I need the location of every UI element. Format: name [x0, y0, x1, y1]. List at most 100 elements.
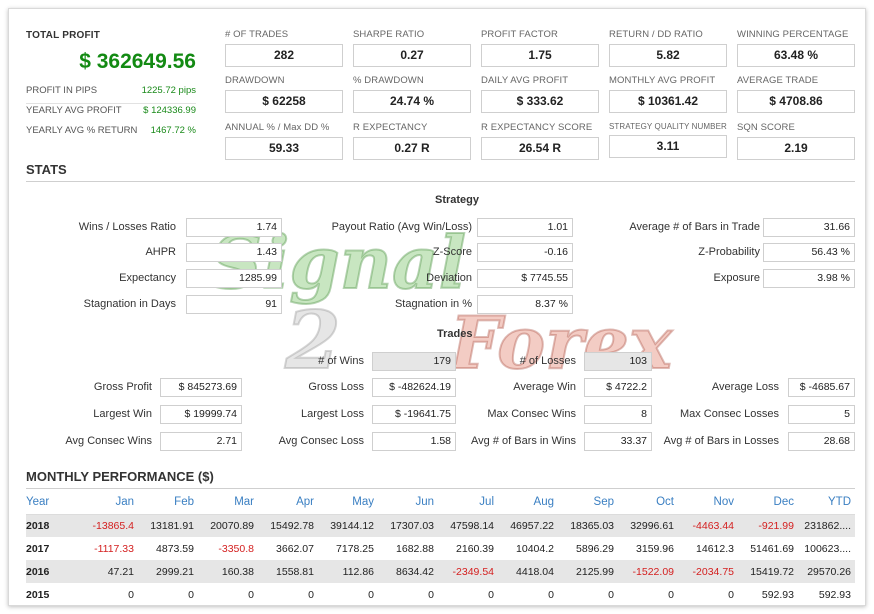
- column-header-month[interactable]: Mar: [198, 490, 258, 515]
- month-value-cell: 20070.89: [198, 514, 258, 537]
- month-value-cell: 100623....: [804, 542, 851, 555]
- month-value-cell: 0: [668, 588, 674, 601]
- column-header-month[interactable]: Jan: [68, 490, 138, 515]
- metric-label: AVERAGE TRADE: [737, 75, 819, 86]
- stats-title: STATS: [26, 162, 67, 177]
- total-profit-label: TOTAL PROFIT: [26, 30, 101, 41]
- metric-pct-drawdown: % DRAWDOWN 24.74 %: [353, 75, 471, 113]
- metric-average-trade: AVERAGE TRADE $ 4708.86: [737, 75, 855, 113]
- month-value-cell: 0: [188, 588, 194, 601]
- metric-winning-pct: WINNING PERCENTAGE 63.48 %: [737, 29, 855, 67]
- stat-value: 1.74: [186, 218, 282, 237]
- month-value-cell: -921.99: [738, 514, 798, 537]
- month-value-cell: 47598.14: [438, 514, 498, 537]
- metric-drawdown: DRAWDOWN $ 62258: [225, 75, 343, 113]
- column-header-month[interactable]: Aug: [498, 490, 558, 515]
- stat-label: Deviation: [426, 272, 472, 284]
- month-value-cell: 15419.72: [738, 560, 798, 583]
- month-value-cell: 0: [608, 588, 614, 601]
- column-header-month[interactable]: Dec: [738, 490, 798, 515]
- metric-value: $ 333.62: [481, 90, 599, 113]
- metric-value: 59.33: [225, 137, 343, 160]
- stat-label: Gross Profit: [93, 381, 152, 393]
- metric-sqn-score: SQN SCORE 2.19: [737, 122, 855, 160]
- metric-label: DAILY AVG PROFIT: [481, 75, 569, 86]
- month-value-cell: 10404.2: [516, 542, 554, 555]
- metric-value: 0.27 R: [353, 137, 471, 160]
- metric-value: 24.74 %: [353, 90, 471, 113]
- stat-value: -0.16: [477, 243, 573, 262]
- stats-divider: [26, 181, 855, 182]
- stat-label: # of Losses: [519, 355, 576, 367]
- column-header-month[interactable]: Jun: [378, 490, 438, 515]
- monthly-body: 2018 -13865.4 13181.91 20070.89 15492.78 3914…: [26, 514, 855, 606]
- metric-sharpe: SHARPE RATIO 0.27: [353, 29, 471, 67]
- stat-value: 2.71: [160, 432, 242, 451]
- stat-label: Avg # of Bars in Wins: [471, 435, 576, 447]
- metric-label: PROFIT FACTOR: [481, 29, 558, 40]
- metric-label: SQN SCORE: [737, 122, 795, 133]
- month-value-cell: -2034.75: [678, 560, 738, 583]
- monthly-title: MONTHLY PERFORMANCE ($): [26, 469, 214, 484]
- metric-label: R EXPECTANCY SCORE: [481, 122, 593, 133]
- month-value-cell: 231862....: [798, 514, 855, 537]
- metric-value: $ 62258: [225, 90, 343, 113]
- metric-profit-factor: PROFIT FACTOR 1.75: [481, 29, 599, 67]
- metric-value: $ 4708.86: [737, 90, 855, 113]
- summary-divider: [26, 103, 196, 104]
- yearly-avg-return-label: YEARLY AVG % RETURN: [26, 125, 138, 136]
- summary-panel: TOTAL PROFIT $ 362649.56 PROFIT IN PIPS …: [26, 30, 196, 136]
- month-value-cell: 2160.39: [456, 542, 494, 555]
- stat-value: $ 7745.55: [477, 269, 573, 288]
- month-value-cell: 1558.81: [258, 560, 318, 583]
- metric-daily-avg: DAILY AVG PROFIT $ 333.62: [481, 75, 599, 113]
- metric-label: SHARPE RATIO: [353, 29, 425, 40]
- month-value-cell: -13865.4: [68, 514, 138, 537]
- table-row: 2016 47.21 2999.21 160.38 1558.81 112.86 8634.…: [26, 560, 855, 583]
- metric-label: MONTHLY AVG PROFIT: [609, 75, 716, 86]
- month-value-cell: 13181.91: [138, 514, 198, 537]
- column-header-month[interactable]: May: [318, 490, 378, 515]
- stat-value: $ 4722.2: [584, 378, 652, 397]
- metric-r-expectancy: R EXPECTANCY 0.27 R: [353, 122, 471, 160]
- table-row: 2015 0 0 0 0 0 0 0 0 0 0 0 592.93 592.93: [26, 583, 855, 606]
- month-value-cell: 46957.22: [498, 514, 558, 537]
- stat-value: $ 845273.69: [160, 378, 242, 397]
- stat-label: Wins / Losses Ratio: [78, 221, 176, 233]
- table-row: 2017 -1117.33 4873.59 -3350.8 3662.07 7178.25…: [26, 537, 855, 560]
- column-header-month[interactable]: Apr: [258, 490, 318, 515]
- column-header-month[interactable]: YTD: [798, 490, 855, 515]
- stat-value: 3.98 %: [763, 269, 855, 288]
- metric-value: 282: [225, 44, 343, 67]
- month-value-cell: 4418.04: [498, 560, 558, 583]
- column-header-month[interactable]: Feb: [138, 490, 198, 515]
- stat-value: 8.37 %: [477, 295, 573, 314]
- column-header-month[interactable]: Oct: [618, 490, 678, 515]
- metric-annual-max-dd: ANNUAL % / Max DD % 59.33: [225, 122, 343, 160]
- month-value-cell: 51461.69: [750, 542, 794, 555]
- stat-label: Max Consec Losses: [679, 408, 779, 420]
- column-header-month[interactable]: Jul: [438, 490, 498, 515]
- month-value-cell: 0: [488, 588, 494, 601]
- year-cell: 2015: [26, 588, 50, 601]
- yearly-avg-profit-label: YEARLY AVG PROFIT: [26, 105, 122, 116]
- metric-value: 5.82: [609, 44, 727, 67]
- month-value-cell: 14612.3: [696, 542, 734, 555]
- month-value-cell: 592.93: [818, 588, 851, 601]
- yearly-avg-return-value: 1467.72 %: [150, 125, 196, 136]
- stat-value: 8: [584, 405, 652, 424]
- table-row: 2018 -13865.4 13181.91 20070.89 15492.78 3914…: [26, 514, 855, 537]
- month-value-cell: 0: [128, 588, 134, 601]
- column-header-month[interactable]: Sep: [558, 490, 618, 515]
- year-cell: 2017: [26, 542, 50, 555]
- stat-value: 56.43 %: [763, 243, 855, 262]
- profit-pips-value: 1225.72 pips: [141, 85, 196, 96]
- column-header-month[interactable]: Nov: [678, 490, 738, 515]
- stat-value: 28.68: [788, 432, 855, 451]
- stat-label: Largest Loss: [301, 408, 364, 420]
- trades-heading: Trades: [437, 328, 473, 340]
- monthly-performance-table: Year Jan Feb Mar Apr May Jun Jul Aug Sep Oct Nov Dec…: [26, 490, 855, 606]
- column-header-year[interactable]: Year: [26, 490, 68, 515]
- metric-label: R EXPECTANCY: [353, 122, 428, 133]
- month-value-cell: 5896.29: [576, 542, 614, 555]
